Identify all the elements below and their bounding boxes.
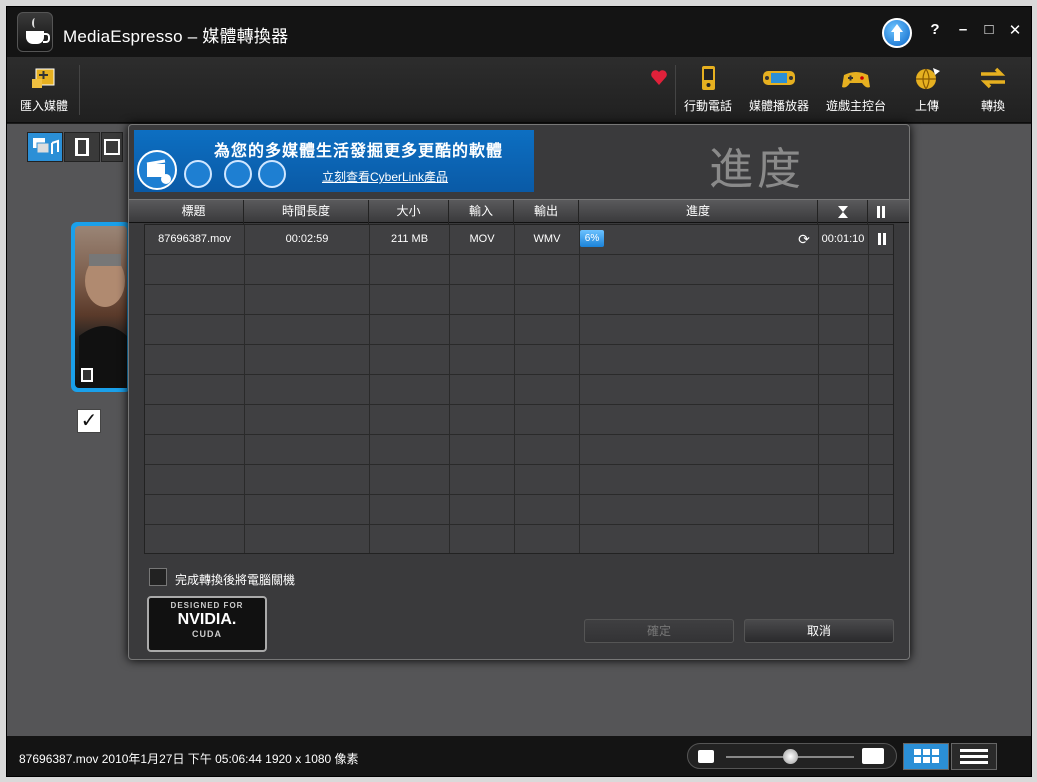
pause-all-button[interactable] xyxy=(868,200,894,224)
table-row xyxy=(145,345,893,375)
nvidia-logo-line: NVIDIA. xyxy=(177,611,237,628)
target-label: 行動電話 xyxy=(683,99,732,113)
table-row xyxy=(145,255,893,285)
window-title: MediaEspresso – 媒體轉換器 xyxy=(63,27,289,46)
row-pause-button[interactable] xyxy=(869,225,895,253)
media-select-checkbox[interactable]: ✓ xyxy=(77,409,101,433)
target-upload[interactable]: 上傳 xyxy=(903,61,951,119)
shutdown-label: 完成轉換後將電腦關機 xyxy=(175,573,296,587)
minimize-button[interactable]: – xyxy=(952,21,974,43)
conversion-progress-dialog: 為您的多媒體生活發掘更多更酷的軟體 立刻查看CyberLink產品 進度 標題 … xyxy=(128,124,910,660)
nvidia-cuda-logo: DESIGNED FOR NVIDIA. CUDA xyxy=(147,596,267,652)
column-header[interactable]: 標題 xyxy=(144,200,244,224)
toolbar-divider xyxy=(675,65,676,115)
refresh-icon: ⟳ xyxy=(798,231,810,247)
media-thumbnail[interactable] xyxy=(71,222,131,392)
progress-table: 標題 時間長度 大小 輸入 輸出 進度 87696387.mov 00:02:5 xyxy=(129,199,909,555)
close-button[interactable]: ✕ xyxy=(1004,21,1026,43)
row-size: 211 MB xyxy=(390,233,429,245)
table-row xyxy=(145,405,893,435)
thumbnail-size-slider[interactable] xyxy=(687,743,897,769)
app-logo-icon xyxy=(17,12,53,52)
import-media-label: 匯入媒體 xyxy=(19,99,68,113)
tab-all-media-icon[interactable] xyxy=(27,132,63,162)
column-header[interactable]: 時間長度 xyxy=(244,200,369,224)
row-input-format: MOV xyxy=(469,233,495,245)
ok-button[interactable]: 確定 xyxy=(584,619,734,643)
row-title: 87696387.mov xyxy=(158,233,231,245)
banner-headline: 為您的多媒體生活發掘更多更酷的軟體 xyxy=(214,143,504,160)
target-game-console[interactable]: 遊戲主控台 xyxy=(823,61,889,119)
small-thumbnail-icon xyxy=(698,750,714,763)
column-header[interactable]: 大小 xyxy=(369,200,449,224)
table-row xyxy=(145,465,893,495)
list-view-button[interactable] xyxy=(951,743,997,770)
import-media-icon xyxy=(30,65,58,91)
disc-icon xyxy=(184,160,212,188)
table-body: 87696387.mov 00:02:59 211 MB MOV WMV 6% … xyxy=(144,224,894,554)
status-bar: 87696387.mov 2010年1月27日 下午 05:06:44 1920… xyxy=(7,736,1031,776)
camera-icon xyxy=(224,160,252,188)
grid-view-button[interactable] xyxy=(903,743,949,770)
toolbar: 匯入媒體 行動電話 媒體播放器 遊戲主控台 上傳 轉換 xyxy=(7,57,1031,123)
table-row xyxy=(145,315,893,345)
table-row xyxy=(145,375,893,405)
row-output-format: WMV xyxy=(533,233,561,245)
row-duration: 00:02:59 xyxy=(285,233,329,245)
target-label: 轉換 xyxy=(980,99,1005,113)
target-label: 媒體播放器 xyxy=(748,99,809,113)
table-row xyxy=(145,285,893,315)
status-info: 87696387.mov 2010年1月27日 下午 05:06:44 1920… xyxy=(19,752,359,766)
convert-arrows-icon xyxy=(979,65,1007,91)
flame-icon xyxy=(258,160,286,188)
hourglass-icon xyxy=(818,200,868,224)
video-clapper-icon xyxy=(137,150,177,190)
import-media-button[interactable]: 匯入媒體 xyxy=(15,61,73,119)
mobile-phone-icon xyxy=(694,65,722,91)
large-thumbnail-icon xyxy=(862,748,884,764)
row-remaining-time: 00:01:10 xyxy=(821,233,865,245)
cancel-button[interactable]: 取消 xyxy=(744,619,894,643)
target-mobile-phone[interactable]: 行動電話 xyxy=(681,61,735,119)
dialog-title: 進度 xyxy=(709,144,805,195)
cyberlink-banner[interactable]: 為您的多媒體生活發掘更多更酷的軟體 立刻查看CyberLink產品 xyxy=(134,130,534,192)
table-header: 標題 時間長度 大小 輸入 輸出 進度 xyxy=(129,199,909,224)
help-button[interactable]: ? xyxy=(924,21,946,43)
list-view-icon xyxy=(960,749,988,764)
title-bar: MediaEspresso – 媒體轉換器 ? – □ ✕ xyxy=(7,7,1031,57)
game-console-icon xyxy=(840,65,872,91)
progress-bar: 6% xyxy=(580,230,604,247)
grid-view-icon xyxy=(914,749,939,763)
nvidia-logo-line: DESIGNED FOR xyxy=(170,601,244,610)
table-row xyxy=(145,435,893,465)
banner-link[interactable]: 立刻查看CyberLink產品 xyxy=(322,168,448,185)
target-media-player[interactable]: 媒體播放器 xyxy=(745,61,813,119)
column-header[interactable]: 輸出 xyxy=(514,200,579,224)
maximize-button[interactable]: □ xyxy=(978,21,1000,43)
column-header[interactable]: 輸入 xyxy=(449,200,514,224)
column-header[interactable]: 進度 xyxy=(579,200,818,224)
media-player-icon xyxy=(761,65,797,91)
nvidia-logo-line: CUDA xyxy=(192,629,222,639)
video-thumbnail-image xyxy=(75,226,127,388)
target-label: 上傳 xyxy=(914,99,939,113)
heart-icon xyxy=(651,65,667,91)
upload-globe-icon xyxy=(913,65,941,91)
tab-video-icon[interactable] xyxy=(64,132,100,162)
upgrade-icon[interactable] xyxy=(882,18,912,48)
target-label: 遊戲主控台 xyxy=(825,99,886,113)
table-row xyxy=(145,495,893,525)
slider-knob[interactable] xyxy=(783,749,798,764)
target-convert[interactable]: 轉換 xyxy=(969,61,1017,119)
favorites-button[interactable] xyxy=(647,61,671,119)
table-row[interactable]: 87696387.mov 00:02:59 211 MB MOV WMV 6% … xyxy=(145,225,893,255)
table-row xyxy=(145,525,893,555)
tab-photo-icon[interactable] xyxy=(101,132,123,162)
shutdown-checkbox[interactable] xyxy=(149,568,167,586)
toolbar-divider xyxy=(79,65,80,115)
